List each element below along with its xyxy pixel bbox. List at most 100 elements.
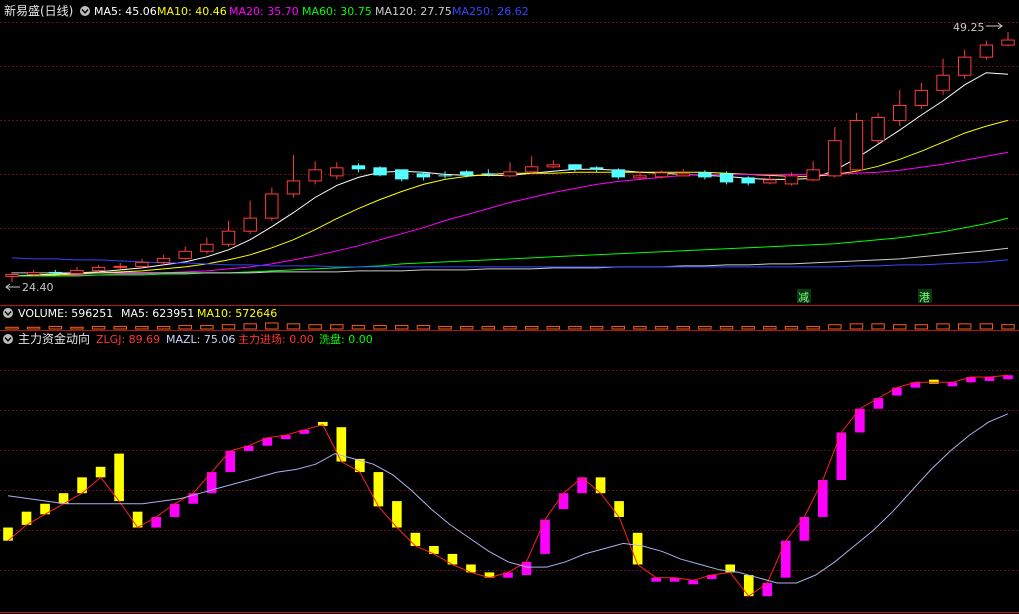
zlgj-bar	[780, 540, 791, 578]
zlgj-bar	[892, 387, 902, 396]
volume-bar	[698, 325, 712, 330]
high-price-label: 49.25	[953, 21, 985, 34]
candle-body	[395, 169, 409, 180]
volume-bar	[308, 324, 322, 330]
candle-body	[828, 140, 842, 177]
stock-chart: 49.25 24.40 减 港 新易盛(日线) MA5: 45.06 MA10:…	[0, 3, 1019, 613]
zlgj-bar	[984, 377, 995, 382]
volume-readout: MA10: 572646	[197, 307, 277, 320]
volume-bar	[70, 326, 84, 330]
indicator-lines	[7, 374, 1009, 597]
mazl-line	[7, 413, 1009, 584]
candle-body	[5, 273, 19, 277]
volume-bar	[654, 325, 669, 330]
candle-body	[871, 117, 885, 142]
zlgj-bar	[929, 379, 939, 384]
volume-bar	[200, 325, 214, 330]
volume-bar	[957, 323, 972, 330]
candle-body	[221, 230, 236, 245]
volume-bar	[1001, 324, 1015, 330]
candle-body	[26, 271, 41, 275]
volume-bar	[48, 325, 63, 330]
volume-bar	[806, 325, 820, 330]
candle-body	[763, 179, 777, 184]
zlgj-bar	[632, 532, 643, 565]
volume-bar	[763, 325, 777, 330]
zlgj-bar	[114, 453, 124, 502]
volume-bar	[351, 325, 366, 330]
ma-readout: MA120: 27.75	[375, 5, 452, 18]
candle-body	[719, 173, 734, 183]
zlgj-bar	[95, 466, 106, 478]
candle-body	[633, 175, 647, 179]
low-price-label: 24.40	[22, 281, 54, 294]
zlgj-bar	[540, 519, 550, 554]
volume-bar	[784, 325, 799, 330]
candle-body	[957, 56, 972, 76]
candle-body	[459, 171, 474, 176]
volume-bar	[871, 323, 885, 330]
indicator-readout: 洗盘: 0.00	[319, 332, 373, 346]
chart-title: 新易盛(日线)	[4, 3, 73, 18]
volume-bar	[503, 325, 517, 330]
volume-bar	[178, 325, 192, 330]
candlesticks	[5, 32, 1015, 282]
candle-body	[936, 74, 950, 91]
zlgj-bar	[558, 493, 569, 510]
zlgj-bar	[373, 472, 384, 507]
candle-body	[524, 166, 539, 173]
high-arrow-icon	[986, 22, 1003, 30]
volume-bar	[979, 323, 994, 330]
indicator-title: 主力资金动向	[18, 331, 90, 346]
volume-readout: VOLUME: 596251	[18, 307, 113, 320]
zlgj-bar	[688, 580, 698, 585]
candle-body	[286, 180, 301, 195]
ma-readout: MA250: 26.62	[452, 5, 529, 18]
candle-body	[178, 250, 192, 259]
volume-bar	[568, 325, 582, 330]
volume-bar	[373, 325, 387, 330]
event-marker-jian[interactable]: 减	[798, 291, 809, 304]
candle-body	[503, 171, 517, 177]
volume-bar	[91, 325, 106, 330]
volume-dropdown-icon[interactable]	[3, 308, 13, 318]
volume-bar	[243, 323, 257, 330]
main-dropdown-icon[interactable]	[80, 6, 90, 16]
candle-body	[1001, 39, 1015, 46]
candle-body	[698, 172, 712, 178]
candle-body	[568, 164, 582, 170]
volume-bar	[524, 325, 539, 330]
volume-bar	[719, 325, 734, 330]
volume-bar	[676, 325, 690, 330]
grid-lines	[0, 22, 1019, 571]
volume-bar	[26, 326, 41, 330]
volume-bar	[914, 324, 929, 330]
volume-bar	[741, 325, 755, 330]
ma-readout: MA5: 45.06	[94, 5, 157, 18]
candle-body	[546, 164, 561, 168]
candle-body	[70, 269, 84, 274]
candle-body	[979, 44, 994, 58]
indicator-dropdown-icon[interactable]	[3, 334, 13, 344]
event-marker-gang[interactable]: 港	[919, 291, 930, 304]
ma-readout: MA20: 35.70	[229, 5, 299, 18]
candle-body	[893, 104, 907, 122]
volume-bar	[611, 325, 625, 330]
zlgj-bar	[743, 575, 754, 597]
ma-readout: MA10: 40.46	[157, 5, 227, 18]
volume-bar	[633, 325, 647, 330]
volume-bar	[113, 325, 127, 330]
volume-bar	[286, 323, 301, 330]
candle-body	[611, 169, 625, 178]
candle-body	[308, 169, 322, 182]
candle-body	[654, 172, 669, 178]
candle-body	[373, 167, 387, 176]
zlgj-line	[7, 374, 1009, 597]
candle-body	[91, 266, 106, 271]
volume-bar	[849, 323, 864, 330]
volume-bar	[481, 325, 496, 330]
zlgj-bar	[614, 501, 624, 517]
volume-bar	[156, 325, 171, 330]
candle-body	[416, 173, 431, 178]
volume-bars	[5, 322, 1015, 330]
